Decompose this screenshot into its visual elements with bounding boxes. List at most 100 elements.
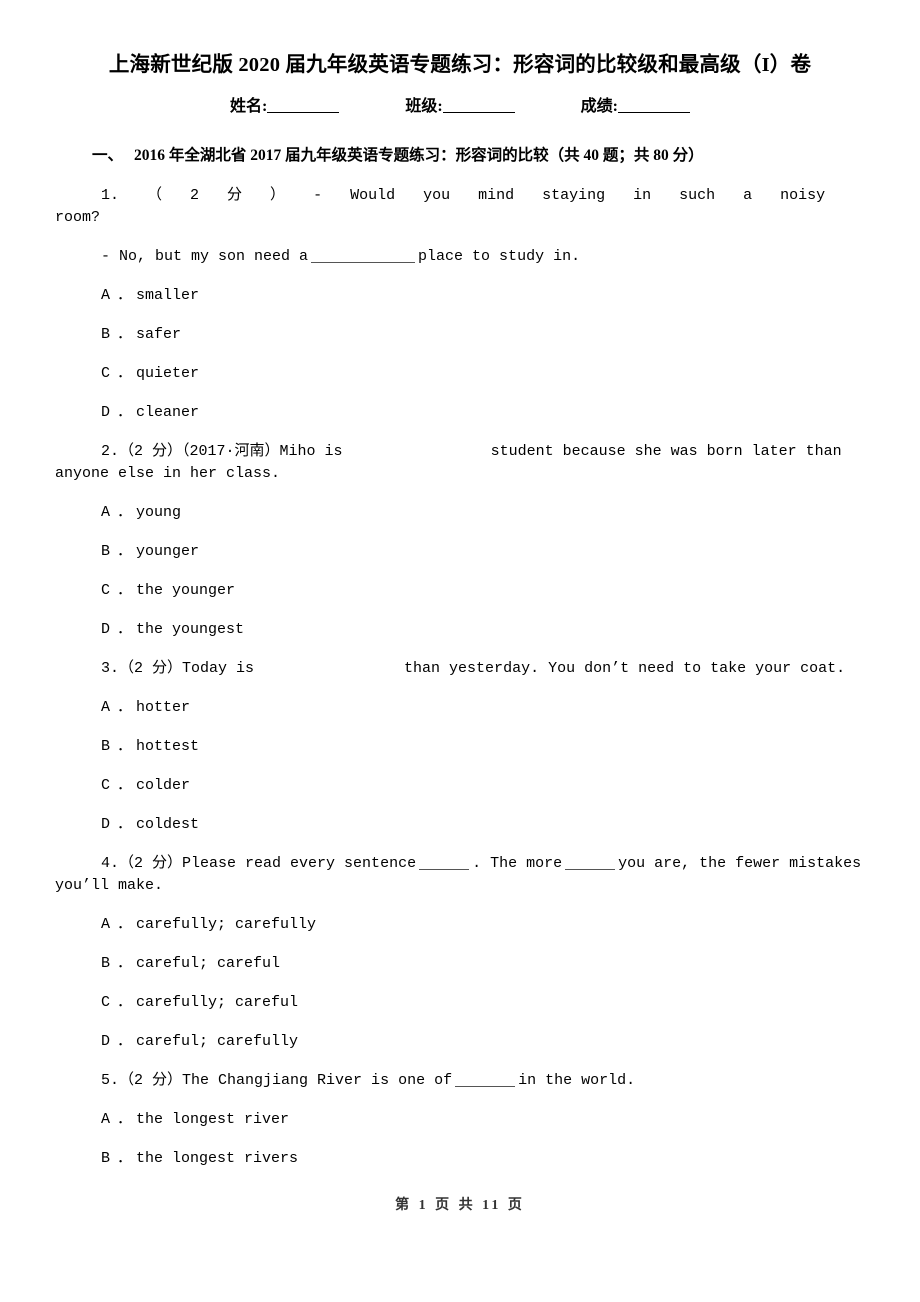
option-dot: ． [117,994,133,1011]
question-2-stem-post: student because she was born later than [490,443,842,460]
option-dot: ． [117,916,133,933]
question-5-points: （2 分） [119,1072,183,1089]
page-title: 上海新世纪版 2020 届九年级英语专题练习：形容词的比较级和最高级（I）卷 [108,54,812,76]
option-text: carefully; carefully [136,916,317,933]
question-2-option-b[interactable]: B ． younger [55,541,865,563]
option-dot: ． [117,365,133,382]
student-score-blank[interactable] [618,112,691,113]
question-1-answer-blank[interactable] [311,262,416,263]
student-score-field[interactable]: 成绩: [580,96,691,118]
option-text: the younger [136,582,236,599]
question-3-option-b[interactable]: B ． hottest [55,736,865,758]
option-letter: D [101,404,111,421]
student-name-label: 姓名: [229,98,268,115]
option-letter: D [101,1033,111,1050]
question-5-number: 5. [101,1072,120,1089]
question-1-stem-line3-post: place to study in. [418,248,581,265]
option-dot: ． [117,955,133,972]
question-1-option-d[interactable]: D ． cleaner [55,402,865,424]
option-dot: ． [117,1033,133,1050]
section-heading: 一、 2016 年全湖北省 2017 届九年级英语专题练习：形容词的比较（共 40… [55,144,865,168]
question-5: 5.（2 分）The Changjiang River is one of in … [55,1070,865,1092]
option-dot: ． [117,777,133,794]
question-4: 4.（2 分）Please read every sentence . The m… [55,853,865,897]
option-letter: B [101,955,111,972]
option-text: careful; careful [136,955,281,972]
question-4-points: （2 分） [119,855,183,872]
option-letter: C [101,582,111,599]
section-title: 2016 年全湖北省 2017 届九年级英语专题练习：形容词的比较（共 40 题… [134,147,704,164]
option-letter: B [101,738,111,755]
question-4-option-c[interactable]: C ． carefully; careful [55,992,865,1014]
option-text: careful; carefully [136,1033,299,1050]
question-1-number: 1. [101,187,120,204]
question-3-points: （2 分） [119,660,183,677]
question-4-option-b[interactable]: B ． careful; careful [55,953,865,975]
question-4-stem-a: Please read every sentence [182,855,417,872]
student-name-field[interactable]: 姓名: [229,96,340,118]
option-text: smaller [136,287,200,304]
question-3: 3.（2 分）Today is than yesterday. You don’t… [55,658,865,680]
option-text: cleaner [136,404,200,421]
question-1-reply-line: - No, but my son need a place to study in… [55,246,865,268]
option-dot: ． [117,1111,133,1128]
question-2-number: 2. [101,443,120,460]
question-2-points: （2 分） [119,443,183,460]
student-name-blank[interactable] [267,112,340,113]
question-1: 1. （ 2 分 ） - Would you mind staying in s… [55,185,865,229]
question-5-answer-blank[interactable] [455,1086,516,1087]
question-1-option-b[interactable]: B ． safer [55,324,865,346]
question-3-stem-post: than yesterday. You don’t need to take y… [404,660,846,677]
page-footer: 第 1 页 共 11 页 [395,1198,525,1213]
option-dot: ． [117,287,133,304]
question-4-answer-blank-2[interactable] [565,869,616,870]
question-5-option-a[interactable]: A ． the longest river [55,1109,865,1131]
question-4-answer-blank-1[interactable] [419,869,470,870]
option-text: hottest [136,738,200,755]
question-3-stem-pre: Today is [182,660,255,677]
option-dot: ． [117,326,133,343]
option-text: coldest [136,816,200,833]
option-dot: ． [117,621,133,638]
question-3-option-d[interactable]: D ． coldest [55,814,865,836]
student-info-row: 姓名: 班级: 成绩: [55,96,865,118]
question-4-option-d[interactable]: D ． careful; carefully [55,1031,865,1053]
student-class-field[interactable]: 班级: [405,96,515,118]
question-1-points: （ 2 分 ） [147,187,286,204]
question-2-option-c[interactable]: C ． the younger [55,580,865,602]
option-text: quieter [136,365,200,382]
question-3-option-a[interactable]: A ． hotter [55,697,865,719]
question-1-option-c[interactable]: C ． quieter [55,363,865,385]
student-class-label: 班级: [405,98,443,115]
question-5-option-b[interactable]: B ． the longest rivers [55,1148,865,1170]
question-2-stem-pre: Miho is [279,443,343,460]
option-letter: D [101,816,111,833]
option-letter: B [101,543,111,560]
question-2: 2.（2 分）（2017·河南）Miho is student because s… [55,441,865,485]
option-dot: ． [117,816,133,833]
option-dot: ． [117,1150,133,1167]
option-letter: A [101,699,111,716]
question-3-option-c[interactable]: C ． colder [55,775,865,797]
question-2-option-a[interactable]: A ． young [55,502,865,524]
option-letter: A [101,287,111,304]
question-4-option-a[interactable]: A ． carefully; carefully [55,914,865,936]
question-2-option-d[interactable]: D ． the youngest [55,619,865,641]
option-text: younger [136,543,200,560]
option-text: young [136,504,182,521]
student-class-blank[interactable] [442,112,515,113]
option-dot: ． [117,738,133,755]
option-letter: C [101,994,111,1011]
question-1-option-a[interactable]: A ． smaller [55,285,865,307]
option-dot: ． [117,543,133,560]
option-letter: C [101,777,111,794]
option-letter: B [101,326,111,343]
question-2-source: （2017·河南） [182,443,280,460]
question-3-number: 3. [101,660,120,677]
option-text: the longest river [136,1111,290,1128]
student-score-label: 成绩: [580,98,619,115]
question-1-stem-line3-pre: - No, but my son need a [101,248,309,265]
option-dot: ． [117,699,133,716]
option-letter: D [101,621,111,638]
option-letter: B [101,1150,111,1167]
